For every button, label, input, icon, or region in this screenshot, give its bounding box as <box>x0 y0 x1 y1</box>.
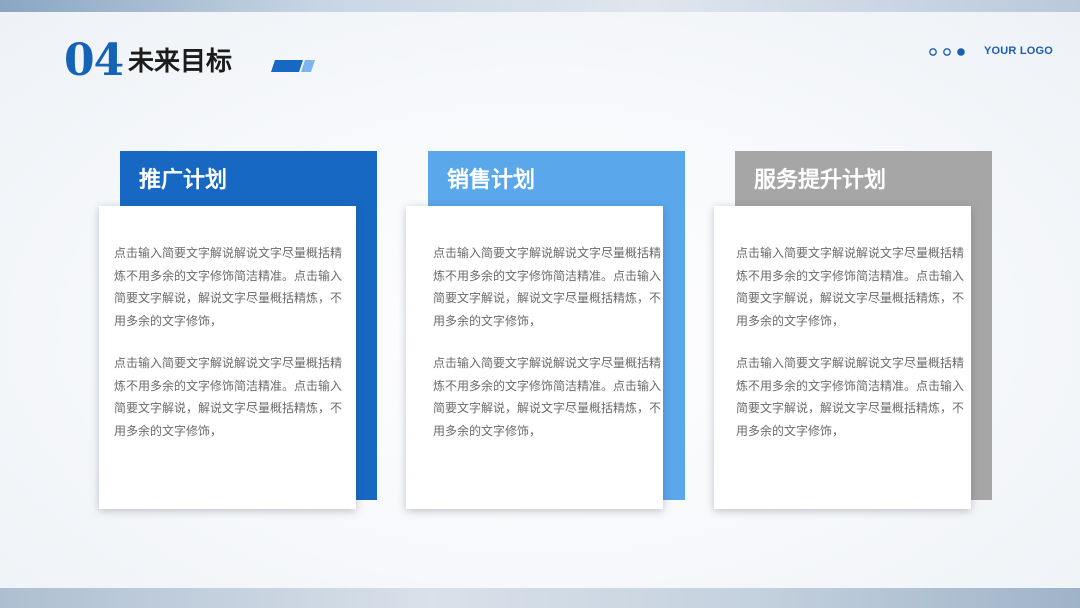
card-promotion: 点击输入简要文字解说解说文字尽量概括精炼不用多余的文字修饰简洁精准。点击输入简要… <box>99 206 356 509</box>
card-sales: 点击输入简要文字解说解说文字尽量概括精炼不用多余的文字修饰简洁精准。点击输入简要… <box>406 206 663 509</box>
card-title: 服务提升计划 <box>754 167 887 192</box>
card-paragraph: 点击输入简要文字解说解说文字尽量概括精炼不用多余的文字修饰简洁精准。点击输入简要… <box>114 356 343 438</box>
card-paragraph: 点击输入简要文字解说解说文字尽量概括精炼不用多余的文字修饰简洁精准。点击输入简要… <box>114 246 343 328</box>
section-title: 未来目标 <box>128 47 233 77</box>
card-paragraph: 点击输入简要文字解说解说文字尽量概括精炼不用多余的文字修饰简洁精准。点击输入简要… <box>736 246 965 328</box>
card-paragraph: 点击输入简要文字解说解说文字尽量概括精炼不用多余的文字修饰简洁精准。点击输入简要… <box>433 356 662 438</box>
logo-text: YOUR LOGO <box>984 45 1054 57</box>
title-parallelogram-icon <box>271 60 315 72</box>
top-decor-strip <box>0 0 1080 12</box>
card-service: 点击输入简要文字解说解说文字尽量概括精炼不用多余的文字修饰简洁精准。点击输入简要… <box>714 206 971 509</box>
card-paragraph: 点击输入简要文字解说解说文字尽量概括精炼不用多余的文字修饰简洁精准。点击输入简要… <box>736 356 965 438</box>
card-title: 推广计划 <box>139 167 228 192</box>
section-number: 04 <box>64 35 124 86</box>
bottom-decor-strip <box>0 588 1080 608</box>
card-title: 销售计划 <box>447 167 536 192</box>
three-dots-indicator-icon <box>929 48 965 56</box>
card-paragraph: 点击输入简要文字解说解说文字尽量概括精炼不用多余的文字修饰简洁精准。点击输入简要… <box>433 246 662 328</box>
